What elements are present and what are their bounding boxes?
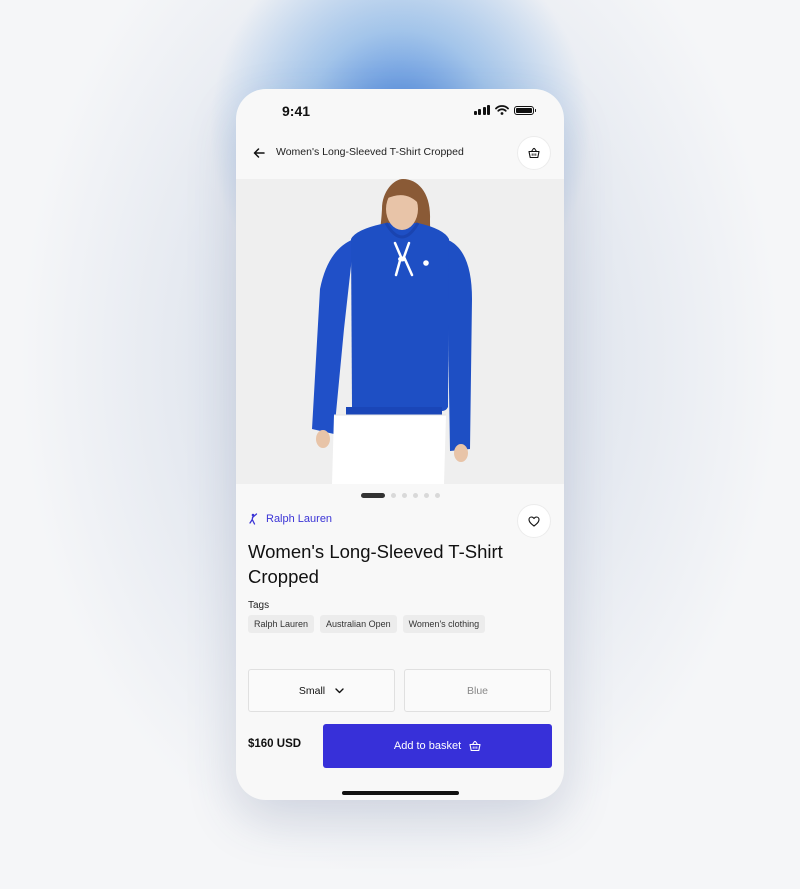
status-bar: 9:41 bbox=[236, 89, 564, 133]
favorite-button[interactable] bbox=[517, 504, 551, 538]
image-carousel-indicator bbox=[236, 492, 564, 498]
color-select[interactable]: Blue bbox=[404, 669, 551, 712]
arrow-left-icon bbox=[253, 148, 265, 158]
size-value: Small bbox=[298, 684, 326, 697]
status-icons bbox=[473, 105, 536, 115]
carousel-dot[interactable] bbox=[434, 492, 440, 498]
page-title: Women's Long-Sleeved T-Shirt Cropped bbox=[276, 146, 464, 158]
brand-link[interactable]: Ralph Lauren bbox=[248, 513, 332, 525]
carousel-dot[interactable] bbox=[390, 492, 396, 498]
carousel-dot[interactable] bbox=[401, 492, 407, 498]
add-to-basket-label: Add to basket bbox=[393, 740, 462, 752]
phone-frame: 9:41 Women's Long-Sleeved T-Shirt Croppe… bbox=[236, 89, 564, 800]
carousel-dot[interactable] bbox=[412, 492, 418, 498]
brand-name: Ralph Lauren bbox=[266, 513, 333, 525]
home-indicator bbox=[342, 791, 459, 795]
tags-label: Tags bbox=[248, 600, 270, 611]
carousel-dot[interactable] bbox=[423, 492, 429, 498]
product-photo bbox=[236, 179, 564, 484]
tags-list: Ralph Lauren Australian Open Women's clo… bbox=[248, 615, 486, 633]
polo-player-icon bbox=[249, 513, 258, 525]
heart-icon bbox=[528, 515, 540, 527]
product-title: Women's Long-Sleeved T-Shirt Cropped bbox=[248, 541, 503, 587]
top-navigation-bar: Women's Long-Sleeved T-Shirt Cropped bbox=[236, 135, 564, 171]
cellular-signal-icon bbox=[473, 105, 490, 115]
status-time: 9:41 bbox=[282, 103, 311, 119]
chevron-down-icon bbox=[335, 687, 344, 693]
add-to-basket-button[interactable]: Add to basket bbox=[323, 724, 552, 768]
tag-chip[interactable]: Australian Open bbox=[320, 615, 397, 633]
size-select[interactable]: Small bbox=[248, 669, 395, 712]
back-button[interactable] bbox=[248, 142, 270, 164]
basket-button[interactable] bbox=[517, 136, 551, 170]
carousel-dot[interactable] bbox=[360, 492, 385, 498]
product-image[interactable] bbox=[236, 179, 564, 484]
tag-chip[interactable]: Women's clothing bbox=[402, 615, 486, 633]
tag-chip[interactable]: Ralph Lauren bbox=[248, 615, 315, 633]
basket-icon bbox=[528, 147, 540, 159]
basket-icon bbox=[469, 740, 481, 752]
battery-icon bbox=[514, 105, 536, 115]
price: $160 USD bbox=[248, 738, 302, 750]
wifi-icon bbox=[495, 105, 509, 115]
color-value: Blue bbox=[466, 684, 488, 697]
